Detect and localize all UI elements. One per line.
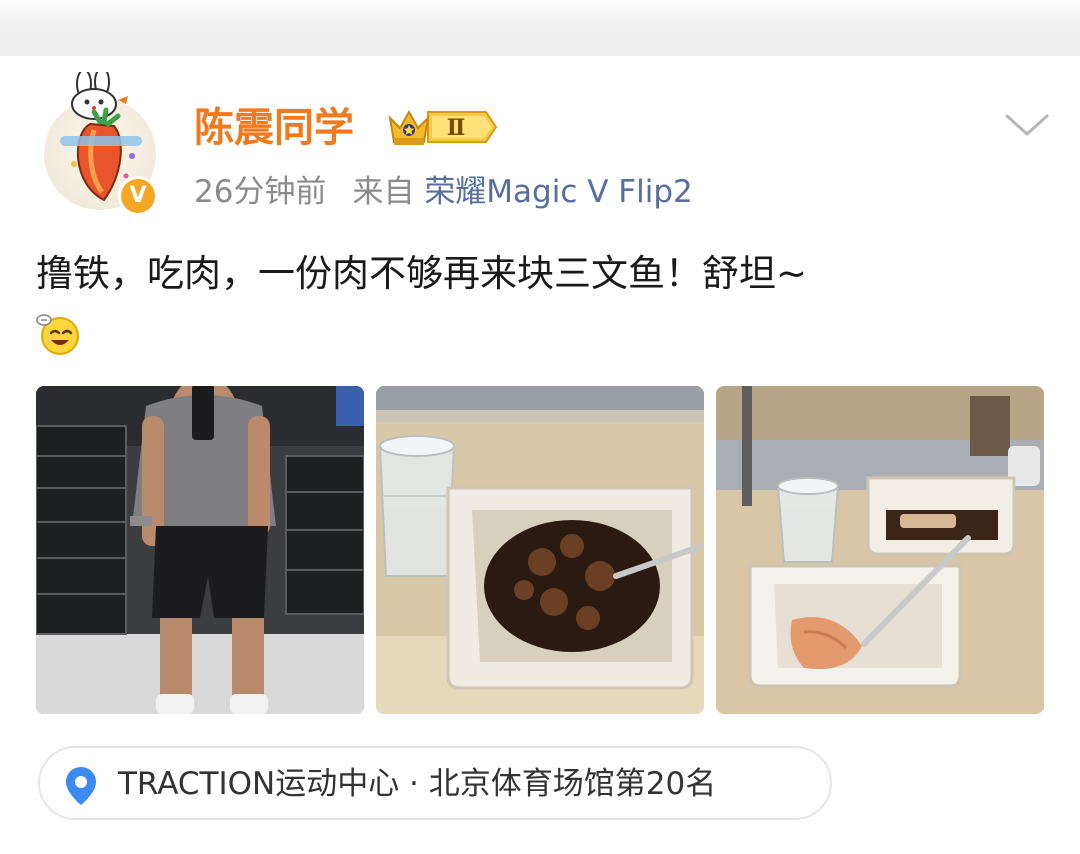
smiling-face-emoji [36,310,82,360]
location-tag[interactable]: TRACTION运动中心 · 北京体育场馆第20名 [38,746,832,820]
verified-badge: V [118,176,158,216]
vip-level-badge[interactable]: Ⅱ [384,104,500,154]
badge-level: Ⅱ [447,115,466,141]
device-link[interactable]: 荣耀Magic V Flip2 [424,174,692,210]
photo-braised-meat[interactable] [376,386,704,714]
username[interactable]: 陈震同学 [194,102,354,154]
photo-gym-selfie[interactable] [36,386,364,714]
post-time: 26分钟前 [194,174,327,210]
chevron-down-icon[interactable] [1004,112,1050,144]
location-pin-icon [64,766,98,810]
photo-salmon[interactable] [716,386,1044,714]
top-separator [0,0,1080,56]
crown-icon: Ⅱ [388,109,498,145]
post-meta: 26分钟前 来自 荣耀Magic V Flip2 [194,170,693,214]
post-text: 撸铁，吃肉，一份肉不够再来块三文鱼！舒坦~ [36,252,808,295]
location-text: TRACTION运动中心 · 北京体育场馆第20名 [118,766,717,802]
verified-mark: V [129,183,147,208]
source-prefix: 来自 [352,174,415,210]
